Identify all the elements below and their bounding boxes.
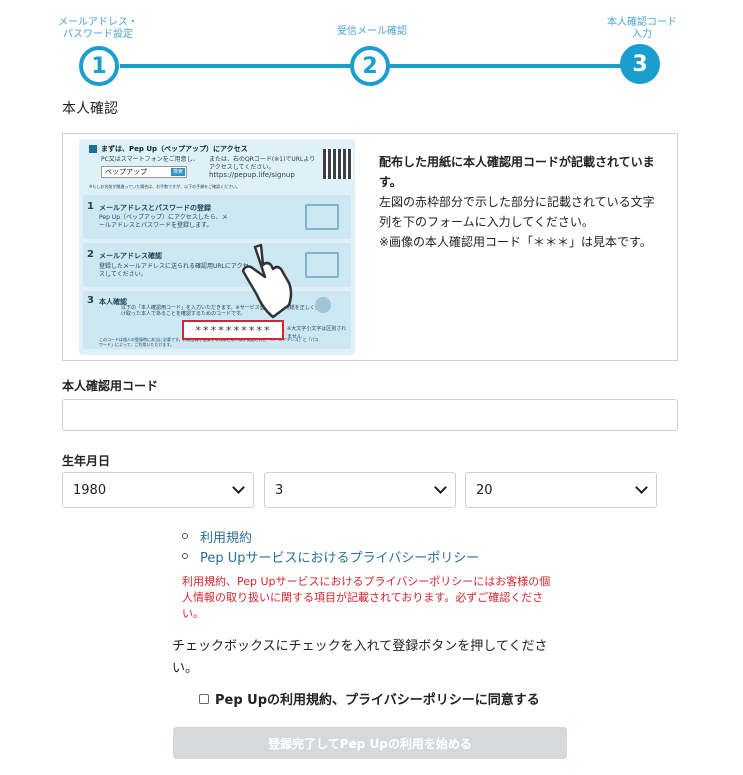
progress-stepper: メールアドレス・ パスワード設定 1 受信メール確認 2 本人確認コード 入力 … — [0, 0, 743, 100]
chevron-down-icon — [434, 481, 447, 494]
code-field-label: 本人確認用コード — [62, 379, 159, 393]
section-title: 本人確認 — [62, 101, 118, 117]
privacy-notice: 利用規約、Pep Upサービスにおけるプライバシーポリシーにはお客様の個人情報の… — [182, 575, 551, 620]
step-2-circle: 2 — [350, 46, 390, 86]
chevron-down-icon — [635, 481, 648, 494]
guide-description-line2: 左図の赤枠部分で示した部分に記載されている文字列を下のフォームに入力してください… — [379, 195, 655, 229]
guide-image: まずは、Pep Up（ペップアップ）にアクセス PC又はスマートフォンをご用意し… — [79, 139, 355, 355]
privacy-policy-link[interactable]: Pep Upサービスにおけるプライバシーポリシー — [200, 547, 479, 566]
guide-url: https://pepup.life/signup — [209, 171, 295, 179]
policy-links: 利用規約 Pep Upサービスにおけるプライバシーポリシー — [182, 526, 479, 566]
agree-checkbox-row[interactable]: Pep Upの利用規約、プライバシーポリシーに同意する — [199, 689, 540, 708]
step-1-label: メールアドレス・ パスワード設定 — [58, 17, 138, 40]
guide-step1-title: メールアドレスとパスワードの登録 — [99, 204, 211, 212]
guide-search-box: ペップアップ 検索 — [101, 166, 187, 178]
terms-link-item: 利用規約 — [182, 526, 479, 546]
guide-step2-number: 2 — [87, 249, 94, 260]
step-1-circle: 1 — [79, 46, 119, 86]
step-3-circle: 3 — [620, 44, 660, 84]
identity-code-input[interactable] — [62, 399, 678, 431]
stepper-line — [120, 64, 350, 68]
bullet-icon — [182, 533, 188, 539]
bullet-icon — [182, 553, 188, 559]
guide-step1-desc: Pep Up（ペップアップ）にアクセスしたら、メールアドレスとパスワードを登録し… — [99, 214, 228, 229]
guide-description: 配布した用紙に本人確認用コードが記載されています。 左図の赤枠部分で示した部分に… — [379, 152, 665, 252]
terms-link[interactable]: 利用規約 — [200, 527, 252, 546]
guide-description-bold: 配布した用紙に本人確認用コードが記載されています。 — [379, 155, 655, 189]
privacy-link-item: Pep Upサービスにおけるプライバシーポリシー — [182, 546, 479, 566]
step-3-label: 本人確認コード 入力 — [607, 17, 677, 40]
guide-step1: 1 メールアドレスとパスワードの登録 Pep Up（ペップアップ）にアクセスした… — [83, 195, 351, 239]
guide-step0-note: PC又はスマートフォンをご用意し、 — [101, 156, 199, 163]
envelope-icon — [305, 204, 339, 230]
guide-step3-number: 3 — [87, 295, 94, 306]
envelope-check-icon — [305, 252, 339, 278]
birth-month-select[interactable]: 3 — [264, 472, 456, 508]
guide-step1-number: 1 — [87, 201, 94, 212]
birth-year-value: 1980 — [73, 482, 107, 498]
stepper-line — [390, 64, 622, 68]
person-icon — [315, 297, 331, 313]
guide-step0-title: まずは、Pep Up（ペップアップ）にアクセス — [101, 145, 248, 153]
agree-label: Pep Upの利用規約、プライバシーポリシーに同意する — [215, 693, 540, 708]
hand-pointer-icon — [241, 243, 293, 319]
guide-step2-title: メールアドレス確認 — [99, 252, 162, 260]
birth-day-value: 20 — [476, 482, 493, 498]
identity-guide-box: まずは、Pep Up（ペップアップ）にアクセス PC又はスマートフォンをご用意し… — [62, 133, 678, 361]
guide-step2: 2 メールアドレス確認 登録したメールアドレスに送られる確認用URLにアクセスし… — [83, 243, 351, 287]
qr-code-icon — [323, 149, 353, 179]
guide-description-line3: ※画像の本人確認用コード「＊＊＊」は見本です。 — [379, 235, 652, 249]
checkbox-icon — [89, 145, 97, 153]
agree-checkbox[interactable] — [199, 693, 209, 704]
step-2-label: 受信メール確認 — [337, 26, 407, 37]
guide-footnote: ※もしお名前が間違っていた場合は、お手数ですが、以下の手順をご確認ください。 — [89, 184, 241, 189]
agreement-instruction: チェックボックスにチェックを入れて登録ボタンを押してください。 — [172, 639, 548, 676]
birth-month-value: 3 — [275, 482, 284, 498]
birth-year-select[interactable]: 1980 — [62, 472, 254, 508]
guide-step2-desc: 登録したメールアドレスに送られる確認用URLにアクセスしてください。 — [99, 263, 249, 278]
chevron-down-icon — [232, 481, 245, 494]
birth-day-select[interactable]: 20 — [465, 472, 657, 508]
birthdate-label: 生年月日 — [62, 454, 111, 468]
submit-button[interactable]: 登録完了してPep Upの利用を始める — [173, 727, 567, 759]
guide-step0-note2: または、右のQRコード(※1)でURLよりアクセスしてください。 — [209, 156, 316, 171]
